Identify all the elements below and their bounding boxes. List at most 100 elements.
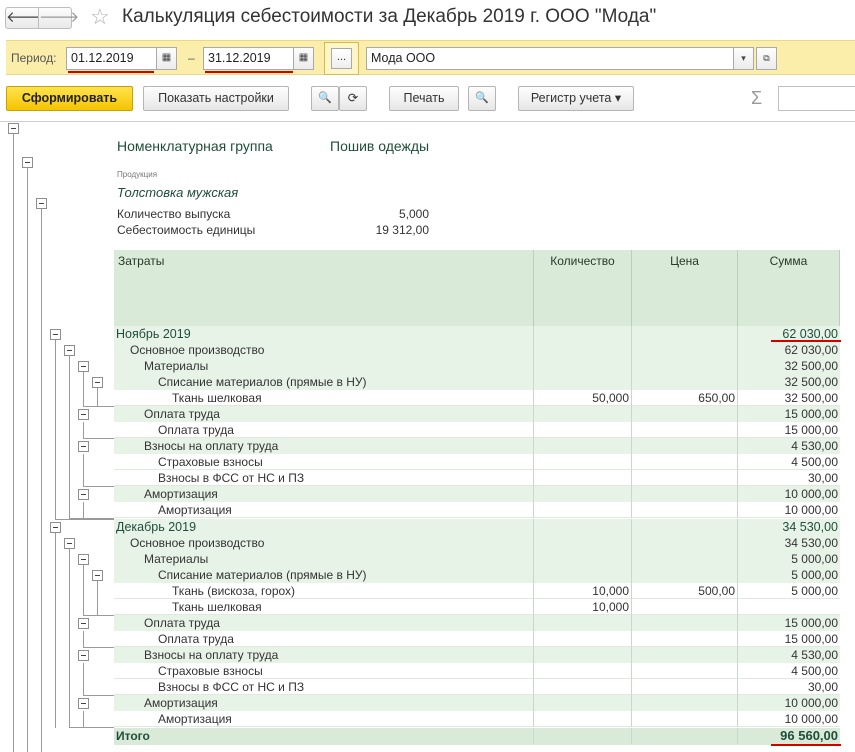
cell-qty (534, 551, 632, 567)
table-row[interactable]: Материалы 5 000,00 (114, 551, 840, 567)
collapse-icon[interactable] (78, 441, 89, 452)
cell-price (632, 631, 738, 647)
favorite-star-icon[interactable]: ☆ (90, 4, 110, 30)
show-settings-button[interactable]: Показать настройки (143, 86, 289, 111)
generate-button[interactable]: Сформировать (6, 86, 133, 111)
search-next-icon[interactable]: ⟳ (339, 86, 367, 111)
table-row[interactable]: Амортизация 10 000,00 (114, 695, 840, 711)
chevron-down-icon[interactable]: ▾ (733, 47, 754, 70)
tree-line (83, 663, 84, 695)
total-sum-underline (771, 744, 841, 746)
table-row[interactable]: Ткань (вискоза, горох) 10,000 500,00 5 0… (114, 583, 840, 599)
cell-qty: 50,000 (534, 390, 632, 406)
tree-line (83, 563, 84, 615)
table-row[interactable]: Декабрь 2019 34 530,00 (114, 519, 840, 535)
cell-qty (534, 631, 632, 647)
collapse-icon[interactable] (64, 345, 75, 356)
forward-arrow-icon[interactable]: 🡒 (38, 7, 79, 29)
table-row[interactable]: Списание материалов (прямые в НУ) 5 000,… (114, 567, 840, 583)
collapse-icon[interactable] (78, 554, 89, 565)
tree-line (97, 386, 98, 406)
cell-price (632, 502, 738, 518)
calendar-to-icon[interactable]: ▦ (293, 47, 314, 70)
date-to-input[interactable]: 31.12.2019 (203, 47, 294, 70)
table-row[interactable]: Оплата труда 15 000,00 (114, 615, 840, 631)
collapse-icon[interactable] (78, 361, 89, 372)
table-row[interactable]: Взносы на оплату труда 4 530,00 (114, 438, 840, 454)
table-row[interactable]: Взносы в ФСС от НС и ПЗ 30,00 (114, 679, 840, 695)
calendar-from-icon[interactable]: ▦ (156, 47, 177, 70)
table-row[interactable]: Амортизация 10 000,00 (114, 486, 840, 502)
table-row[interactable]: Основное производство 34 530,00 (114, 535, 840, 551)
organization-input[interactable]: Мода ООО (366, 47, 734, 70)
tree-line (83, 486, 114, 487)
table-row[interactable]: Страховые взносы 4 500,00 (114, 454, 840, 470)
cell-price (632, 326, 738, 342)
cell-sum: 30,00 (807, 471, 838, 485)
table-row[interactable]: Амортизация 10 000,00 (114, 502, 840, 518)
tree-line (83, 438, 114, 439)
cell-label: Декабрь 2019 (114, 519, 534, 535)
cell-qty (534, 422, 632, 438)
sum-field (778, 86, 855, 111)
table-row[interactable]: Оплата труда 15 000,00 (114, 406, 840, 422)
cell-label: Списание материалов (прямые в НУ) (114, 374, 534, 390)
cell-qty (534, 342, 632, 358)
cell-qty (534, 470, 632, 486)
collapse-icon[interactable] (92, 377, 103, 388)
collapse-icon[interactable] (78, 618, 89, 629)
table-row[interactable]: Амортизация 10 000,00 (114, 711, 840, 727)
collapse-icon[interactable] (78, 409, 89, 420)
table-row[interactable]: Списание материалов (прямые в НУ) 32 500… (114, 374, 840, 390)
collapse-icon[interactable] (64, 538, 75, 549)
print-preview-icon[interactable]: 🔍 (468, 86, 496, 111)
table-row[interactable]: Ткань шелковая 50,000 650,00 32 500,00 (114, 390, 840, 406)
open-icon[interactable]: ⧉ (756, 47, 777, 70)
table-row[interactable]: Ткань шелковая 10,000 (114, 599, 840, 615)
table-row[interactable]: Материалы 32 500,00 (114, 358, 840, 374)
chevron-down-icon: ▾ (614, 91, 622, 105)
print-button[interactable]: Печать (389, 86, 459, 111)
cell-qty (534, 728, 632, 744)
table-row[interactable]: Основное производство 62 030,00 (114, 342, 840, 358)
back-arrow-icon[interactable]: 🡐 (5, 7, 46, 29)
cell-qty (534, 663, 632, 679)
cell-label: Ноябрь 2019 (114, 326, 534, 342)
cell-price (632, 647, 738, 663)
cell-label: Ткань (вискоза, горох) (114, 583, 534, 599)
collapse-icon[interactable] (22, 157, 33, 168)
collapse-icon[interactable] (78, 698, 89, 709)
cell-sum: 32 500,00 (784, 391, 838, 405)
table-row[interactable]: Взносы на оплату труда 4 530,00 (114, 647, 840, 663)
collapse-icon[interactable] (92, 570, 103, 581)
collapse-icon[interactable] (78, 650, 89, 661)
cell-price (632, 679, 738, 695)
period-select-button[interactable]: ... (324, 42, 359, 75)
total-row[interactable]: Итого 96 560,00 (114, 728, 840, 745)
date-from-input[interactable]: 01.12.2019 (66, 47, 157, 70)
cell-label: Страховые взносы (114, 663, 534, 679)
tree-line (27, 168, 28, 752)
table-row[interactable]: Оплата труда 15 000,00 (114, 422, 840, 438)
collapse-icon[interactable] (36, 198, 47, 209)
tree-line (69, 518, 114, 519)
collapse-icon[interactable] (78, 489, 89, 500)
cell-label: Основное производство (114, 535, 534, 551)
sigma-icon[interactable]: Σ (751, 88, 762, 109)
table-row[interactable]: Оплата труда 15 000,00 (114, 631, 840, 647)
collapse-icon[interactable] (50, 522, 61, 533)
collapse-icon[interactable] (8, 123, 19, 134)
november-sum-underline (771, 340, 841, 342)
cell-label: Оплата труда (114, 406, 534, 422)
collapse-icon[interactable] (50, 329, 61, 340)
table-row[interactable]: Взносы в ФСС от НС и ПЗ 30,00 (114, 470, 840, 486)
table-row[interactable]: Страховые взносы 4 500,00 (114, 663, 840, 679)
cell-label: Оплата труда (114, 422, 534, 438)
register-button[interactable]: Регистр учета ▾ (518, 86, 634, 111)
table-row[interactable]: Ноябрь 2019 62 030,00 (114, 326, 840, 342)
cell-qty: 10,000 (534, 583, 632, 599)
search-icon[interactable]: 🔍 (311, 86, 339, 111)
cell-sum: 4 500,00 (791, 664, 838, 678)
cell-sum: 32 500,00 (784, 359, 838, 373)
tree-line (13, 133, 14, 752)
